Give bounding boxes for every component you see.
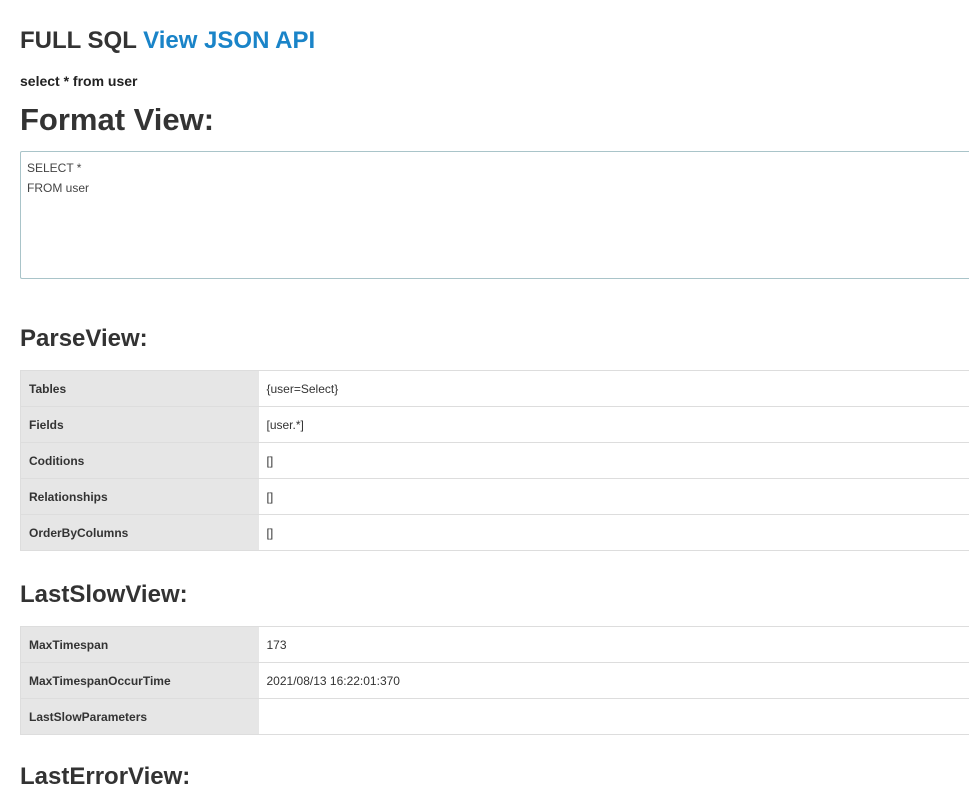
row-key: OrderByColumns [20, 514, 259, 551]
row-key: MaxTimespanOccurTime [20, 662, 259, 699]
table-row: MaxTimespan 173 [20, 626, 969, 663]
row-key: MaxTimespan [20, 626, 259, 663]
table-row: Fields [user.*] [20, 406, 969, 443]
last-slow-view-heading: LastSlowView: [20, 581, 188, 608]
format-view-heading: Format View: [20, 102, 215, 137]
row-value: [] [258, 478, 969, 515]
row-key: LastSlowParameters [20, 698, 259, 735]
last-error-view-heading: LastErrorView: [20, 763, 191, 790]
view-json-api-link[interactable]: View JSON API [143, 27, 315, 54]
row-value: [user.*] [258, 406, 969, 443]
row-value: 173 [258, 626, 969, 663]
parse-view-table: Tables {user=Select} Fields [user.*] Cod… [20, 370, 969, 551]
row-key: Tables [20, 370, 259, 407]
page-title: FULL SQL View JSON API [20, 27, 315, 55]
row-value [258, 698, 969, 735]
row-value: [] [258, 514, 969, 551]
parse-view-heading: ParseView: [20, 325, 148, 352]
table-row: MaxTimespanOccurTime 2021/08/13 16:22:01… [20, 662, 969, 699]
table-row: Coditions [] [20, 442, 969, 479]
row-key: Fields [20, 406, 259, 443]
row-key: Relationships [20, 478, 259, 515]
row-value: 2021/08/13 16:22:01:370 [258, 662, 969, 699]
sql-text: select * from user [20, 73, 138, 89]
last-slow-view-table: MaxTimespan 173 MaxTimespanOccurTime 202… [20, 626, 969, 735]
row-key: Coditions [20, 442, 259, 479]
table-row: Relationships [] [20, 478, 969, 515]
row-value: [] [258, 442, 969, 479]
formatted-sql-textarea[interactable]: SELECT * FROM user [20, 151, 969, 279]
row-value: {user=Select} [258, 370, 969, 407]
full-sql-label: FULL SQL [20, 27, 137, 54]
table-row: OrderByColumns [] [20, 514, 969, 551]
table-row: Tables {user=Select} [20, 370, 969, 407]
table-row: LastSlowParameters [20, 698, 969, 735]
